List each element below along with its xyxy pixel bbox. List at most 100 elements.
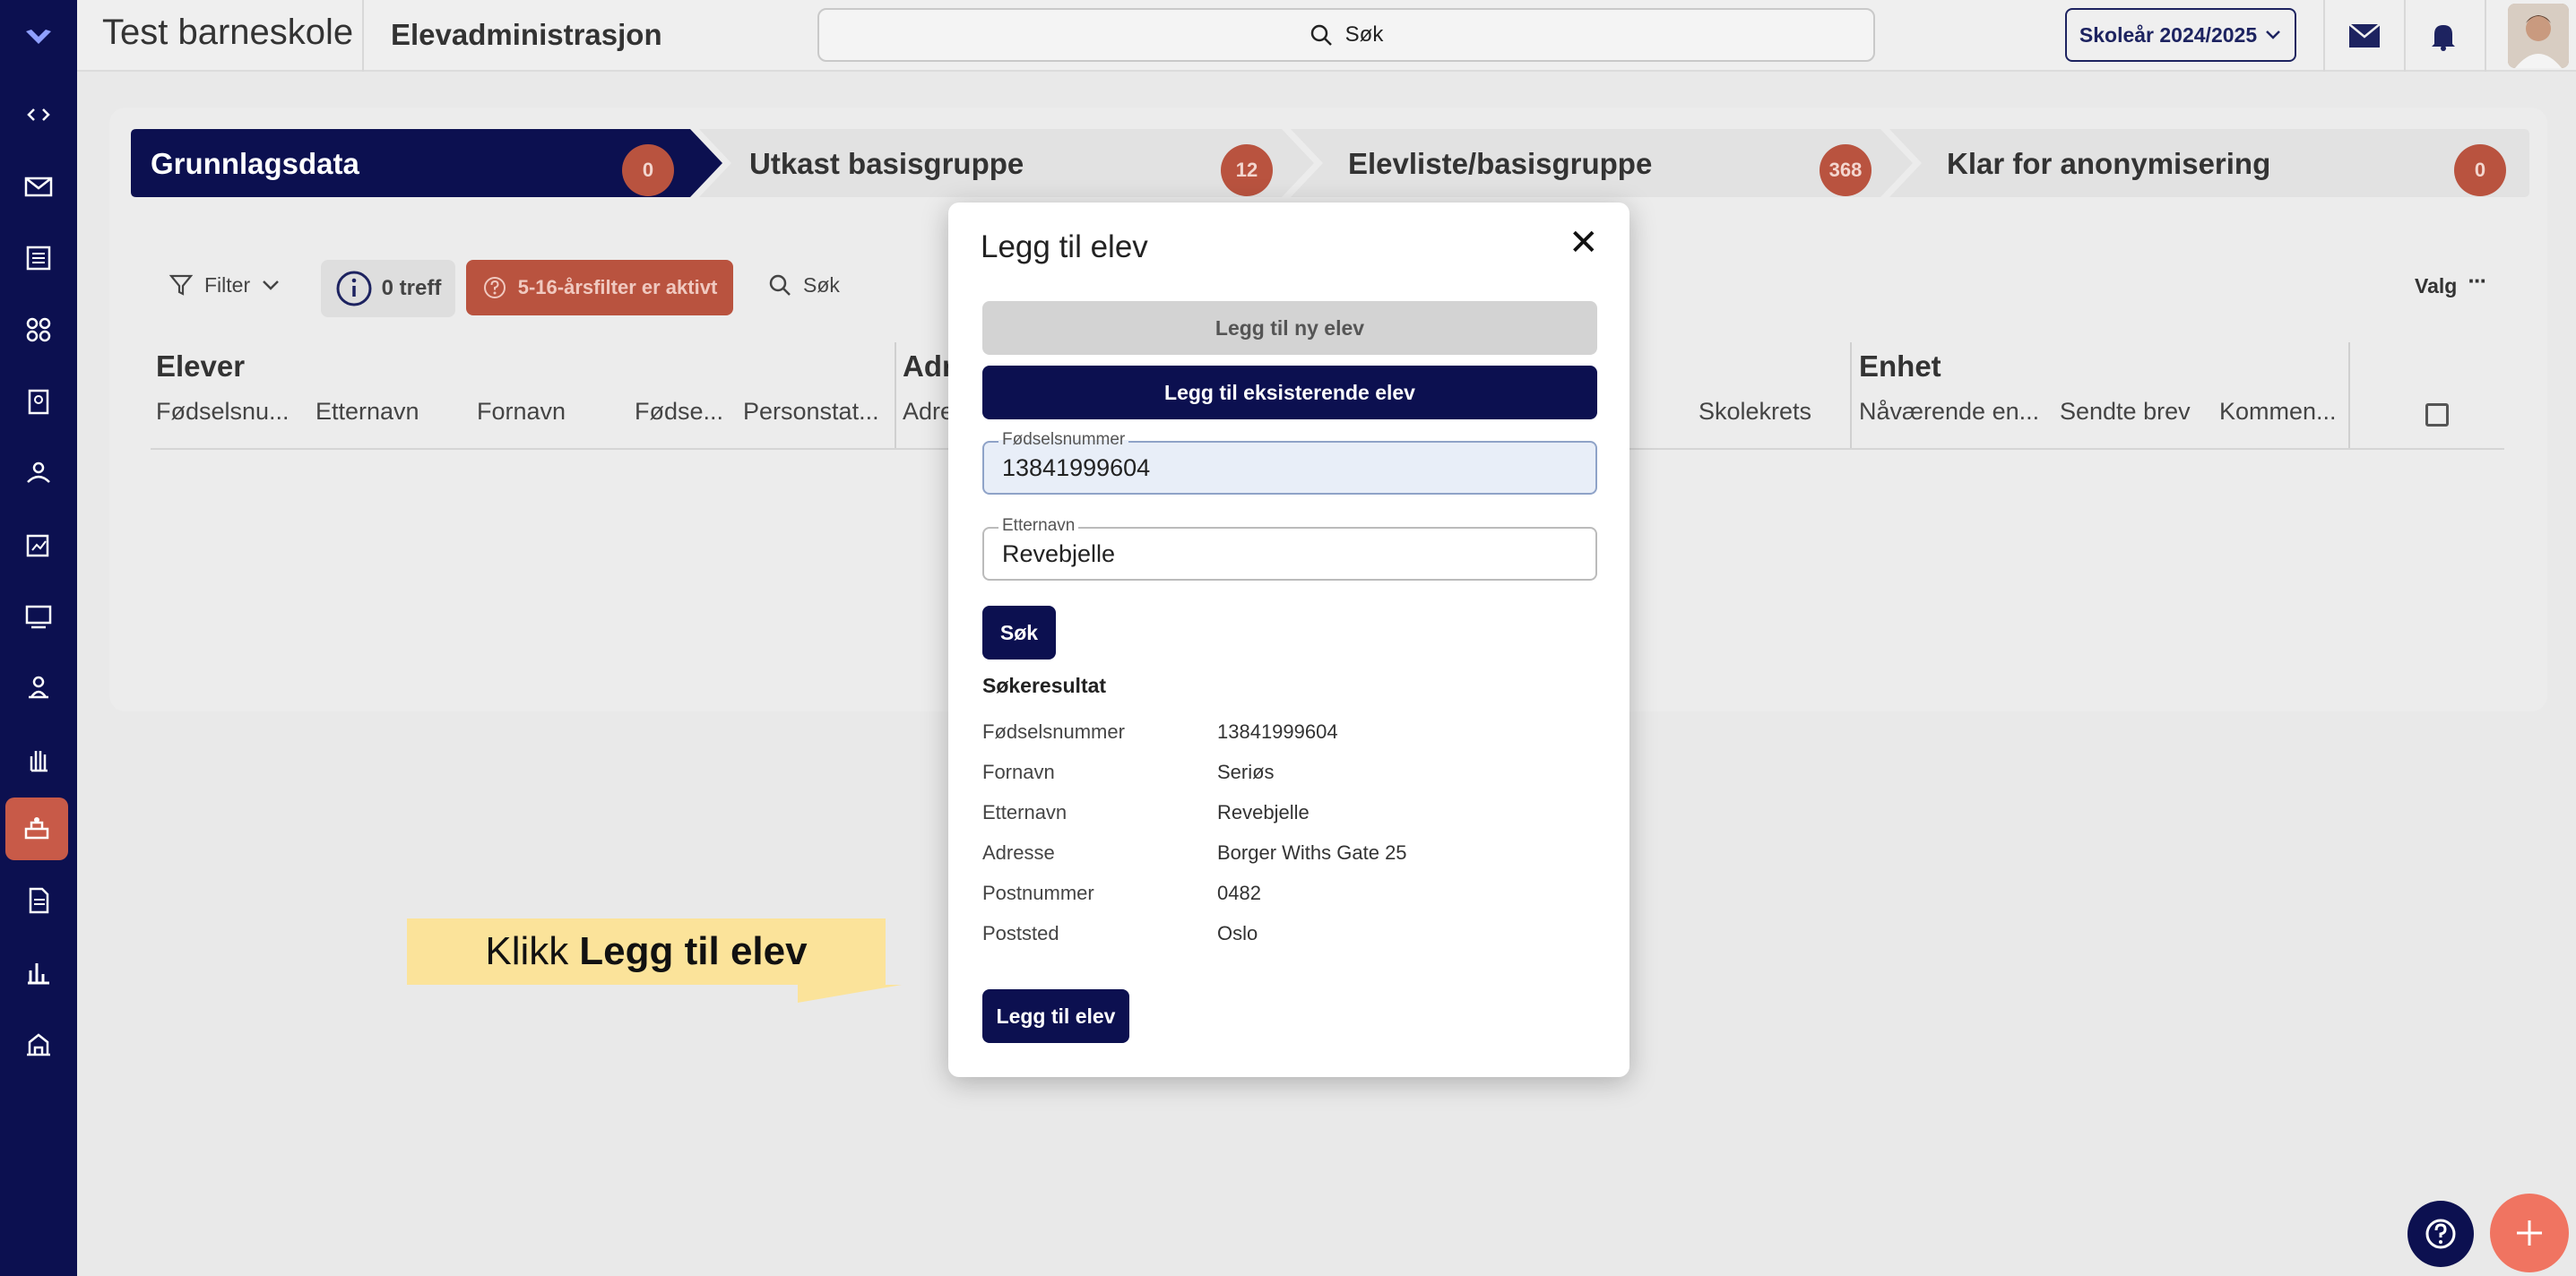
plus-icon (2517, 1220, 2542, 1246)
column-fornavn[interactable]: Fornavn (477, 398, 566, 426)
chevron-down-icon (263, 280, 280, 290)
close-icon[interactable]: ✕ (1569, 222, 1599, 263)
column-sendte-brev[interactable]: Sendte brev (2060, 398, 2191, 426)
age-filter-chip[interactable]: 5-16-årsfilter er aktivt (466, 260, 733, 315)
divider (362, 0, 364, 72)
options-label: Valg (2415, 274, 2458, 297)
etternavn-label: Etternavn (998, 516, 1079, 536)
fodselsnummer-field[interactable]: Fødselsnummer 13841999604 (982, 430, 1597, 495)
select-all-checkbox[interactable] (2425, 403, 2449, 427)
step-count-badge: 12 (1221, 144, 1273, 196)
help-button[interactable] (2407, 1201, 2474, 1267)
avatar[interactable] (2508, 4, 2569, 68)
mail-icon[interactable] (16, 164, 61, 209)
column-skolekrets[interactable]: Skolekrets (1699, 398, 1811, 426)
add-student-dialog: Legg til elev ✕ Legg til ny elev Legg ti… (948, 203, 1629, 1077)
result-key: Fødselsnummer (982, 720, 1125, 743)
age-filter-label: 5-16-årsfilter er aktivt (517, 276, 718, 298)
callout-prefix: Klikk (485, 929, 569, 973)
badge-icon[interactable] (16, 379, 61, 424)
report-icon[interactable] (16, 522, 61, 567)
people-icon[interactable] (16, 451, 61, 496)
column-fodselsdato[interactable]: Fødse... (635, 398, 723, 426)
step-grunnlagsdata[interactable]: Grunnlagsdata 0 (131, 129, 705, 197)
module-title: Elevadministrasjon (391, 18, 662, 51)
logo-icon[interactable] (16, 14, 61, 59)
options-button[interactable]: Valg ··· (2415, 267, 2487, 300)
school-year-label: Skoleår 2024/2025 (2079, 22, 2258, 47)
dialog-title: Legg til elev (981, 229, 1148, 264)
fodselsnummer-value: 13841999604 (1002, 453, 1151, 481)
school-year-select[interactable]: Skoleår 2024/2025 (2065, 8, 2296, 62)
result-value: Revebjelle (1217, 801, 1310, 823)
school-icon[interactable] (16, 1022, 61, 1066)
help-circle-icon (483, 277, 506, 298)
step-label: Klar for anonymisering (1947, 147, 2271, 180)
hits-count: 0 treff (321, 260, 455, 317)
table-search-button[interactable]: Søk (767, 272, 840, 297)
column-fodselsnummer[interactable]: Fødselsnu... (156, 398, 290, 426)
add-student-button[interactable]: Legg til elev (982, 989, 1129, 1043)
help-circle-icon (2425, 1219, 2456, 1249)
result-key: Fornavn (982, 761, 1055, 783)
global-search[interactable]: Søk (817, 8, 1875, 62)
search-result-heading: Søkeresultat (982, 674, 1107, 697)
global-search-label: Søk (1344, 22, 1384, 47)
document-icon[interactable] (16, 878, 61, 923)
bell-icon[interactable] (2424, 16, 2463, 56)
teacher-icon[interactable] (16, 666, 61, 711)
step-elevliste[interactable]: Elevliste/basisgruppe 368 (1330, 129, 1904, 197)
step-label: Grunnlagsdata (151, 147, 359, 180)
step-label: Elevliste/basisgruppe (1348, 147, 1653, 180)
column-etternavn[interactable]: Etternavn (316, 398, 419, 426)
result-value: Borger Withs Gate 25 (1217, 841, 1407, 864)
search-icon (1310, 24, 1332, 46)
divider (2323, 0, 2325, 72)
divider (2485, 0, 2486, 72)
group-elever: Elever (156, 349, 246, 383)
code-icon[interactable] (16, 92, 61, 137)
chart-icon[interactable] (16, 950, 61, 995)
search-button[interactable]: Søk (982, 606, 1056, 660)
result-value: 0482 (1217, 882, 1261, 904)
step-count-badge: 0 (2454, 144, 2506, 196)
result-value: 13841999604 (1217, 720, 1338, 743)
divider (2404, 0, 2406, 72)
divider (2348, 342, 2350, 450)
add-existing-student-button[interactable]: Legg til eksisterende elev (982, 366, 1597, 419)
step-klar-for-anonymisering[interactable]: Klar for anonymisering 0 (1929, 129, 2538, 197)
result-value: Seriøs (1217, 761, 1275, 783)
result-key: Poststed (982, 922, 1059, 944)
step-utkast-basisgruppe[interactable]: Utkast basisgruppe 12 (731, 129, 1305, 197)
divider (1850, 342, 1852, 450)
info-icon (336, 271, 372, 306)
step-count-badge: 368 (1820, 144, 1871, 196)
search-icon (769, 274, 791, 296)
mail-icon[interactable] (2345, 16, 2384, 56)
top-bar: Test barneskole Elevadministrasjon Søk S… (77, 0, 2576, 72)
etternavn-value: Revebjelle (1002, 539, 1116, 567)
news-icon[interactable] (16, 236, 61, 280)
hand-icon[interactable] (16, 737, 61, 782)
result-key: Adresse (982, 841, 1055, 864)
column-navaerende-enhet[interactable]: Nåværende en... (1859, 398, 2039, 426)
table-search-label: Søk (803, 272, 840, 297)
fodselsnummer-label: Fødselsnummer (998, 430, 1129, 450)
student-admin-icon[interactable] (5, 798, 68, 860)
groups-icon[interactable] (16, 307, 61, 352)
callout-pointer (798, 985, 902, 1003)
etternavn-field[interactable]: Etternavn Revebjelle (982, 516, 1597, 581)
column-adresse[interactable]: Adre (903, 398, 954, 426)
step-count-badge: 0 (622, 144, 674, 196)
add-fab-button[interactable] (2490, 1194, 2569, 1272)
sidebar (0, 0, 77, 1276)
school-name: Test barneskole (102, 13, 354, 52)
column-personstatus[interactable]: Personstat... (743, 398, 879, 426)
tutorial-callout: Klikk Legg til elev (407, 918, 886, 985)
column-kommentar[interactable]: Kommen... (2219, 398, 2337, 426)
result-key: Postnummer (982, 882, 1094, 904)
filter-icon (169, 274, 194, 296)
add-new-student-button[interactable]: Legg til ny elev (982, 301, 1597, 355)
filter-button[interactable]: Filter (169, 272, 281, 297)
classroom-icon[interactable] (16, 594, 61, 639)
